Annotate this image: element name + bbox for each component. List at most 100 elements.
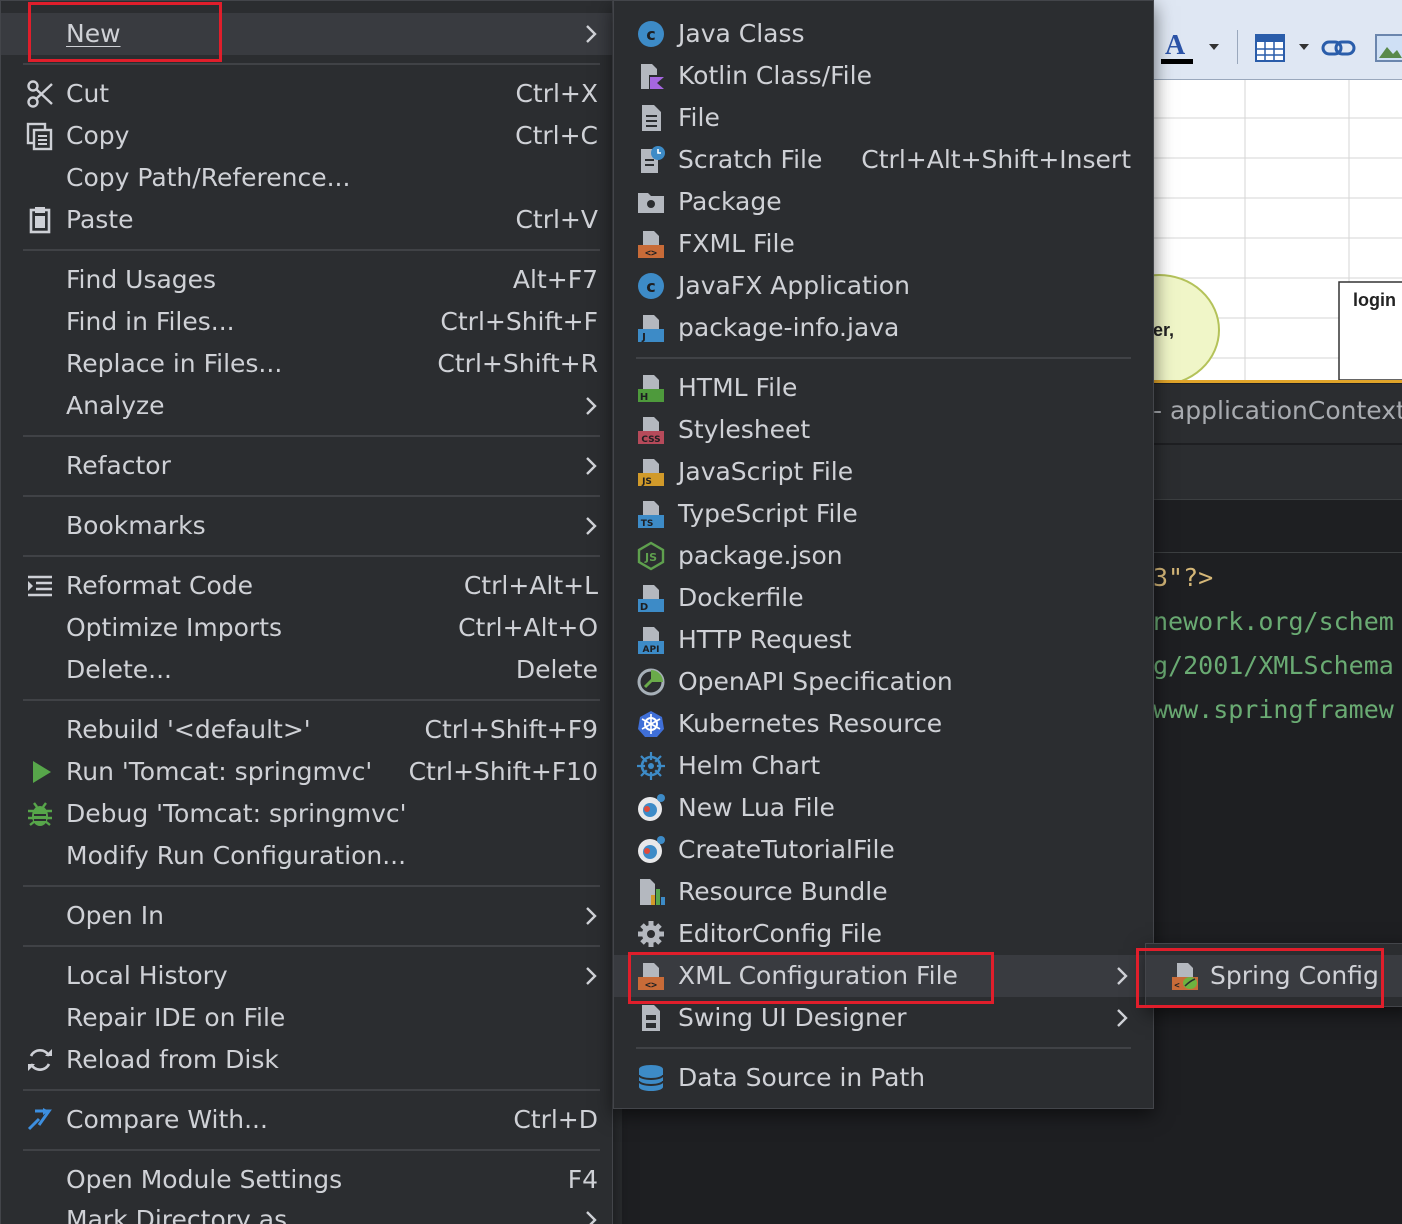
- menu-item-reformat-code[interactable]: Reformat Code Ctrl+Alt+L: [1, 565, 612, 607]
- menu-separator: [23, 945, 600, 947]
- editor-title-bar: - applicationContext-r: [1153, 384, 1402, 444]
- code-line-2: nework.org/schem: [1153, 607, 1394, 636]
- menu-item-modify-run-config[interactable]: Modify Run Configuration...: [1, 835, 612, 877]
- new-item-package-info[interactable]: J package-info.java: [614, 307, 1153, 349]
- new-item-editorconfig-file[interactable]: EditorConfig File: [614, 913, 1153, 955]
- new-item-package[interactable]: Package: [614, 181, 1153, 223]
- window-accent-bar: [1153, 380, 1402, 383]
- link-icon[interactable]: [1321, 38, 1357, 58]
- copy-icon: [26, 122, 53, 151]
- menu-item-local-history[interactable]: Local History: [1, 955, 612, 997]
- kubernetes-icon: [638, 711, 664, 737]
- table-icon[interactable]: [1255, 34, 1285, 62]
- new-item-openapi-spec[interactable]: OpenAPI Specification: [614, 661, 1153, 703]
- lua-icon: [638, 836, 665, 863]
- menu-item-analyze[interactable]: Analyze: [1, 385, 612, 427]
- menu-item-paste[interactable]: Paste Ctrl+V: [1, 199, 612, 241]
- new-item-package-json[interactable]: JS package.json: [614, 535, 1153, 577]
- new-item-http-request[interactable]: API HTTP Request: [614, 619, 1153, 661]
- image-icon[interactable]: [1375, 34, 1402, 62]
- chevron-right-icon: [586, 25, 597, 43]
- new-item-dockerfile[interactable]: D Dockerfile: [614, 577, 1153, 619]
- spreadsheet-diagram: [1153, 80, 1402, 382]
- css-file-icon: CSS: [638, 417, 664, 445]
- new-item-java-class[interactable]: c Java Class: [614, 13, 1153, 55]
- svg-text:<>: <>: [645, 248, 657, 259]
- menu-item-open-in[interactable]: Open In: [1, 895, 612, 937]
- menu-item-refactor[interactable]: Refactor: [1, 445, 612, 487]
- code-editor[interactable]: 3"?> nework.org/schem g/2001/XMLSchema w…: [1153, 552, 1402, 1224]
- code-line-1: 3"?>: [1153, 563, 1214, 592]
- menu-item-copy[interactable]: Copy Ctrl+C: [1, 115, 612, 157]
- debug-bug-icon: [28, 802, 52, 826]
- dropdown-caret-icon[interactable]: [1209, 44, 1219, 52]
- dropdown-caret-icon[interactable]: [1299, 44, 1309, 52]
- new-item-helm-chart[interactable]: Helm Chart: [614, 745, 1153, 787]
- new-item-data-source-in-path[interactable]: Data Source in Path: [614, 1057, 1153, 1099]
- new-item-html-file[interactable]: H HTML File: [614, 367, 1153, 409]
- menu-item-mark-directory-as[interactable]: Mark Directory as: [1, 1199, 612, 1224]
- java-class-icon: c: [638, 21, 664, 47]
- menu-separator: [23, 555, 600, 557]
- database-icon: [638, 1065, 664, 1091]
- js-file-icon: JS: [638, 459, 664, 487]
- new-item-file[interactable]: File: [614, 97, 1153, 139]
- resource-bundle-icon: [640, 879, 665, 905]
- menu-item-open-module-settings[interactable]: Open Module Settings F4: [1, 1159, 612, 1201]
- new-item-scratch-file[interactable]: Scratch File Ctrl+Alt+Shift+Insert: [614, 139, 1153, 181]
- new-item-stylesheet[interactable]: CSS Stylesheet: [614, 409, 1153, 451]
- menu-separator: [23, 1149, 600, 1151]
- menu-item-replace-in-files[interactable]: Replace in Files... Ctrl+Shift+R: [1, 343, 612, 385]
- chevron-right-icon: [586, 1211, 597, 1224]
- toolbar-divider: [1237, 30, 1238, 64]
- menu-item-optimize-imports[interactable]: Optimize Imports Ctrl+Alt+O: [1, 607, 612, 649]
- new-item-create-tutorial-file[interactable]: CreateTutorialFile: [614, 829, 1153, 871]
- fxml-file-icon: <>: [638, 231, 664, 259]
- editor-breadcrumb-bar: [1153, 445, 1402, 500]
- menu-separator: [23, 249, 600, 251]
- ts-file-icon: TS: [638, 501, 664, 529]
- menu-separator: [23, 699, 600, 701]
- code-line-3: g/2001/XMLSchema: [1153, 651, 1394, 680]
- editor-file-title[interactable]: - applicationContext-r: [1153, 396, 1402, 425]
- chevron-right-icon: [586, 967, 597, 985]
- svg-text:H: H: [640, 392, 648, 403]
- svg-text:D: D: [640, 602, 648, 613]
- project-tool-window-edge: [612, 1108, 622, 1224]
- menu-item-copy-path[interactable]: Copy Path/Reference...: [1, 157, 612, 199]
- menu-item-rebuild[interactable]: Rebuild '<default>' Ctrl+Shift+F9: [1, 709, 612, 751]
- menu-item-compare-with[interactable]: Compare With... Ctrl+D: [1, 1099, 612, 1141]
- menu-item-repair-ide[interactable]: Repair IDE on File: [1, 997, 612, 1039]
- menu-item-find-in-files[interactable]: Find in Files... Ctrl+Shift+F: [1, 301, 612, 343]
- new-item-javafx-application[interactable]: c JavaFX Application: [614, 265, 1153, 307]
- new-item-new-lua-file[interactable]: New Lua File: [614, 787, 1153, 829]
- menu-separator: [23, 495, 600, 497]
- menu-item-bookmarks[interactable]: Bookmarks: [1, 505, 612, 547]
- api-file-icon: API: [638, 627, 664, 655]
- new-item-fxml-file[interactable]: <> FXML File: [614, 223, 1153, 265]
- scissors-icon: [27, 80, 53, 108]
- reformat-icon: [28, 575, 52, 597]
- new-item-javascript-file[interactable]: JS JavaScript File: [614, 451, 1153, 493]
- new-item-kubernetes-resource[interactable]: Kubernetes Resource: [614, 703, 1153, 745]
- menu-item-delete[interactable]: Delete... Delete: [1, 649, 612, 691]
- helm-wheel-icon: [637, 752, 665, 780]
- menu-item-cut[interactable]: Cut Ctrl+X: [1, 73, 612, 115]
- menu-item-reload-from-disk[interactable]: Reload from Disk: [1, 1039, 612, 1081]
- font-color-icon[interactable]: A: [1159, 30, 1195, 66]
- new-item-kotlin-file[interactable]: Kotlin Class/File: [614, 55, 1153, 97]
- new-item-typescript-file[interactable]: TS TypeScript File: [614, 493, 1153, 535]
- package-folder-icon: [638, 193, 664, 213]
- menu-item-run[interactable]: Run 'Tomcat: springmvc' Ctrl+Shift+F10: [1, 751, 612, 793]
- background-editor-window: A login er, - applicationContext-r 3"?> …: [1153, 0, 1402, 1224]
- gear-icon: [638, 921, 664, 947]
- html-file-icon: H: [638, 375, 664, 403]
- diagram-label-login: login: [1353, 290, 1396, 310]
- menu-item-find-usages[interactable]: Find Usages Alt+F7: [1, 259, 612, 301]
- compare-icon: [27, 1108, 52, 1131]
- clipboard-icon: [29, 207, 51, 234]
- svg-text:TS: TS: [641, 519, 654, 529]
- new-item-resource-bundle[interactable]: Resource Bundle: [614, 871, 1153, 913]
- menu-item-debug[interactable]: Debug 'Tomcat: springmvc': [1, 793, 612, 835]
- java-file-icon: J: [638, 315, 664, 343]
